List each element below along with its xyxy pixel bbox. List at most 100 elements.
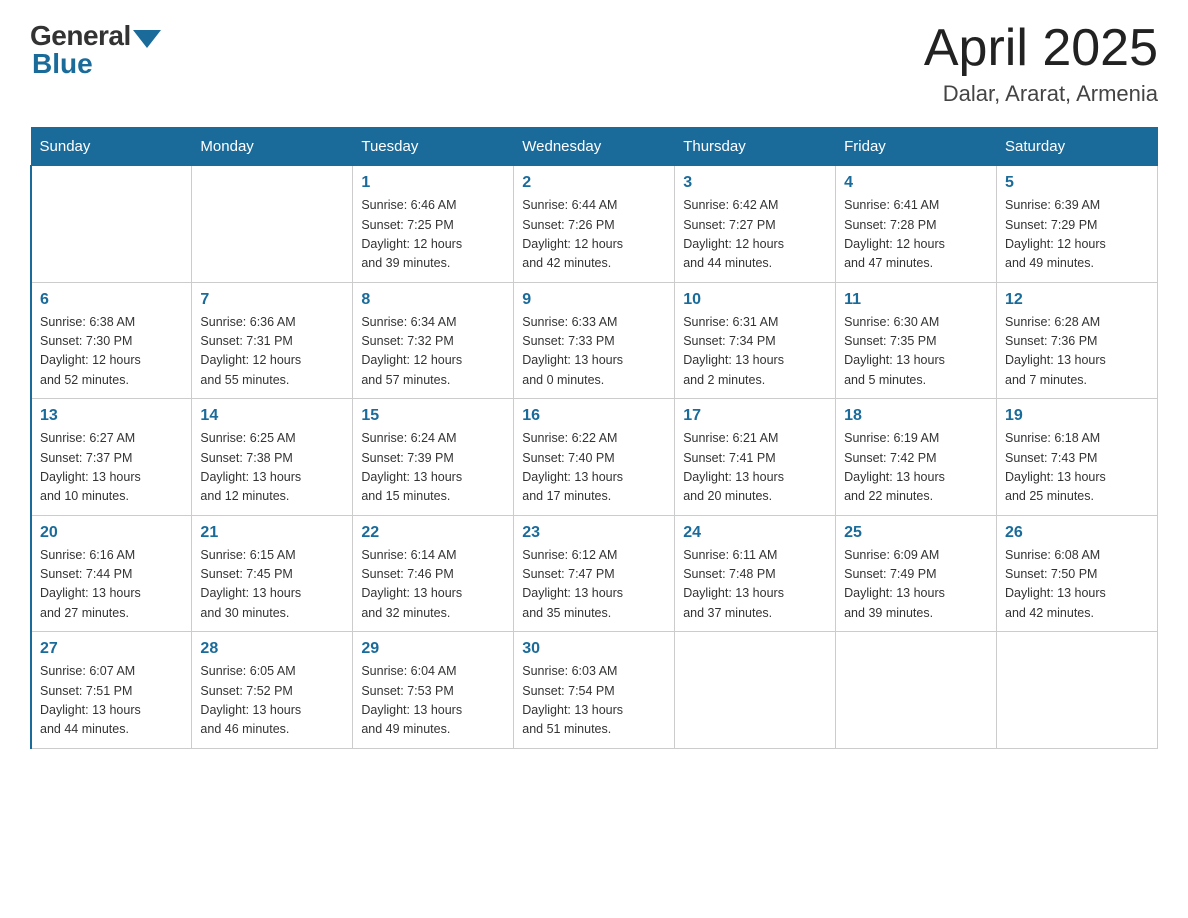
day-number: 17: [683, 407, 827, 425]
day-info: Sunrise: 6:34 AM Sunset: 7:32 PM Dayligh…: [361, 315, 462, 387]
day-info: Sunrise: 6:30 AM Sunset: 7:35 PM Dayligh…: [844, 315, 945, 387]
calendar-cell: 14Sunrise: 6:25 AM Sunset: 7:38 PM Dayli…: [192, 399, 353, 516]
calendar-cell: 10Sunrise: 6:31 AM Sunset: 7:34 PM Dayli…: [675, 282, 836, 399]
day-number: 9: [522, 291, 666, 309]
day-info: Sunrise: 6:14 AM Sunset: 7:46 PM Dayligh…: [361, 548, 462, 620]
day-info: Sunrise: 6:03 AM Sunset: 7:54 PM Dayligh…: [522, 664, 623, 736]
day-number: 11: [844, 291, 988, 309]
calendar-cell: 26 Sunrise: 6:08 AM Sunset: 7:50 PM Dayli…: [997, 515, 1158, 632]
day-number: 24: [683, 524, 827, 542]
day-number: 27: [40, 640, 183, 658]
calendar-table: SundayMondayTuesdayWednesdayThursdayFrid…: [30, 127, 1158, 749]
day-number: 7: [200, 291, 344, 309]
day-info: Sunrise: 6:28 AM Sunset: 7:36 PM Dayligh…: [1005, 315, 1106, 387]
day-info: Sunrise: 6:09 AM Sunset: 7:49 PM Dayligh…: [844, 548, 945, 620]
calendar-cell: 24 Sunrise: 6:11 AM Sunset: 7:48 PM Dayli…: [675, 515, 836, 632]
day-info: Sunrise: 6:21 AM Sunset: 7:41 PM Dayligh…: [683, 431, 784, 503]
calendar-cell: [675, 632, 836, 749]
day-info: Sunrise: 6:15 AM Sunset: 7:45 PM Dayligh…: [200, 548, 301, 620]
calendar-cell: 9 Sunrise: 6:33 AM Sunset: 7:33 PM Daylig…: [514, 282, 675, 399]
calendar-cell: 19 Sunrise: 6:18 AM Sunset: 7:43 PM Dayli…: [997, 399, 1158, 516]
day-info: Sunrise: 6:08 AM Sunset: 7:50 PM Dayligh…: [1005, 548, 1106, 620]
calendar-cell: [31, 166, 192, 283]
day-number: 8: [361, 291, 505, 309]
day-info: Sunrise: 6:39 AM Sunset: 7:29 PM Dayligh…: [1005, 198, 1106, 270]
calendar-cell: 17 Sunrise: 6:21 AM Sunset: 7:41 PM Dayli…: [675, 399, 836, 516]
day-number: 13: [40, 407, 183, 425]
day-number: 12: [1005, 291, 1149, 309]
day-info: Sunrise: 6:24 AM Sunset: 7:39 PM Dayligh…: [361, 431, 462, 503]
day-number: 1: [361, 174, 505, 192]
day-number: 6: [40, 291, 183, 309]
day-number: 5: [1005, 174, 1149, 192]
calendar-cell: 8 Sunrise: 6:34 AM Sunset: 7:32 PM Daylig…: [353, 282, 514, 399]
calendar-cell: 7 Sunrise: 6:36 AM Sunset: 7:31 PM Daylig…: [192, 282, 353, 399]
page-header: General Blue April 2025 Dalar, Ararat, A…: [30, 20, 1158, 107]
calendar-cell: 18 Sunrise: 6:19 AM Sunset: 7:42 PM Dayli…: [836, 399, 997, 516]
day-info: Sunrise: 6:19 AM Sunset: 7:42 PM Dayligh…: [844, 431, 945, 503]
logo-blue-text: Blue: [32, 48, 93, 80]
weekday-header-thursday: Thursday: [675, 128, 836, 166]
calendar-cell: 16 Sunrise: 6:22 AM Sunset: 7:40 PM Dayli…: [514, 399, 675, 516]
weekday-header-monday: Monday: [192, 128, 353, 166]
day-number: 2: [522, 174, 666, 192]
weekday-header-sunday: Sunday: [31, 128, 192, 166]
weekday-header-wednesday: Wednesday: [514, 128, 675, 166]
month-title: April 2025: [924, 20, 1158, 77]
weekday-header-row: SundayMondayTuesdayWednesdayThursdayFrid…: [31, 128, 1158, 166]
day-number: 23: [522, 524, 666, 542]
logo: General Blue: [30, 20, 161, 80]
day-number: 18: [844, 407, 988, 425]
calendar-cell: 2 Sunrise: 6:44 AM Sunset: 7:26 PM Daylig…: [514, 166, 675, 283]
calendar-cell: 1 Sunrise: 6:46 AM Sunset: 7:25 PM Daylig…: [353, 166, 514, 283]
day-info: Sunrise: 6:12 AM Sunset: 7:47 PM Dayligh…: [522, 548, 623, 620]
day-number: 19: [1005, 407, 1149, 425]
day-info: Sunrise: 6:05 AM Sunset: 7:52 PM Dayligh…: [200, 664, 301, 736]
day-number: 22: [361, 524, 505, 542]
day-number: 21: [200, 524, 344, 542]
weekday-header-saturday: Saturday: [997, 128, 1158, 166]
calendar-cell: 28 Sunrise: 6:05 AM Sunset: 7:52 PM Dayli…: [192, 632, 353, 749]
calendar-cell: 11 Sunrise: 6:30 AM Sunset: 7:35 PM Dayli…: [836, 282, 997, 399]
day-info: Sunrise: 6:18 AM Sunset: 7:43 PM Dayligh…: [1005, 431, 1106, 503]
day-number: 15: [361, 407, 505, 425]
logo-arrow-icon: [133, 30, 161, 48]
day-info: Sunrise: 6:16 AM Sunset: 7:44 PM Dayligh…: [40, 548, 141, 620]
day-info: Sunrise: 6:11 AM Sunset: 7:48 PM Dayligh…: [683, 548, 784, 620]
day-info: Sunrise: 6:04 AM Sunset: 7:53 PM Dayligh…: [361, 664, 462, 736]
calendar-cell: 5 Sunrise: 6:39 AM Sunset: 7:29 PM Daylig…: [997, 166, 1158, 283]
day-number: 14: [200, 407, 344, 425]
day-info: Sunrise: 6:36 AM Sunset: 7:31 PM Dayligh…: [200, 315, 301, 387]
day-info: Sunrise: 6:42 AM Sunset: 7:27 PM Dayligh…: [683, 198, 784, 270]
day-info: Sunrise: 6:22 AM Sunset: 7:40 PM Dayligh…: [522, 431, 623, 503]
location-title: Dalar, Ararat, Armenia: [924, 81, 1158, 107]
calendar-cell: 6 Sunrise: 6:38 AM Sunset: 7:30 PM Daylig…: [31, 282, 192, 399]
day-number: 30: [522, 640, 666, 658]
day-info: Sunrise: 6:46 AM Sunset: 7:25 PM Dayligh…: [361, 198, 462, 270]
calendar-cell: 20 Sunrise: 6:16 AM Sunset: 7:44 PM Dayli…: [31, 515, 192, 632]
calendar-cell: 21 Sunrise: 6:15 AM Sunset: 7:45 PM Dayli…: [192, 515, 353, 632]
day-number: 26: [1005, 524, 1149, 542]
weekday-header-friday: Friday: [836, 128, 997, 166]
calendar-week-row: 27Sunrise: 6:07 AM Sunset: 7:51 PM Dayli…: [31, 632, 1158, 749]
day-number: 28: [200, 640, 344, 658]
calendar-week-row: 20 Sunrise: 6:16 AM Sunset: 7:44 PM Dayli…: [31, 515, 1158, 632]
day-info: Sunrise: 6:38 AM Sunset: 7:30 PM Dayligh…: [40, 315, 141, 387]
calendar-week-row: 13Sunrise: 6:27 AM Sunset: 7:37 PM Dayli…: [31, 399, 1158, 516]
day-number: 3: [683, 174, 827, 192]
title-block: April 2025 Dalar, Ararat, Armenia: [924, 20, 1158, 107]
day-number: 4: [844, 174, 988, 192]
day-number: 29: [361, 640, 505, 658]
calendar-cell: 3 Sunrise: 6:42 AM Sunset: 7:27 PM Daylig…: [675, 166, 836, 283]
calendar-cell: 29 Sunrise: 6:04 AM Sunset: 7:53 PM Dayli…: [353, 632, 514, 749]
calendar-cell: 23 Sunrise: 6:12 AM Sunset: 7:47 PM Dayli…: [514, 515, 675, 632]
calendar-cell: 27Sunrise: 6:07 AM Sunset: 7:51 PM Dayli…: [31, 632, 192, 749]
calendar-cell: 12 Sunrise: 6:28 AM Sunset: 7:36 PM Dayli…: [997, 282, 1158, 399]
calendar-week-row: 1 Sunrise: 6:46 AM Sunset: 7:25 PM Daylig…: [31, 166, 1158, 283]
day-number: 20: [40, 524, 183, 542]
day-info: Sunrise: 6:41 AM Sunset: 7:28 PM Dayligh…: [844, 198, 945, 270]
day-number: 10: [683, 291, 827, 309]
day-number: 16: [522, 407, 666, 425]
day-info: Sunrise: 6:44 AM Sunset: 7:26 PM Dayligh…: [522, 198, 623, 270]
day-info: Sunrise: 6:33 AM Sunset: 7:33 PM Dayligh…: [522, 315, 623, 387]
